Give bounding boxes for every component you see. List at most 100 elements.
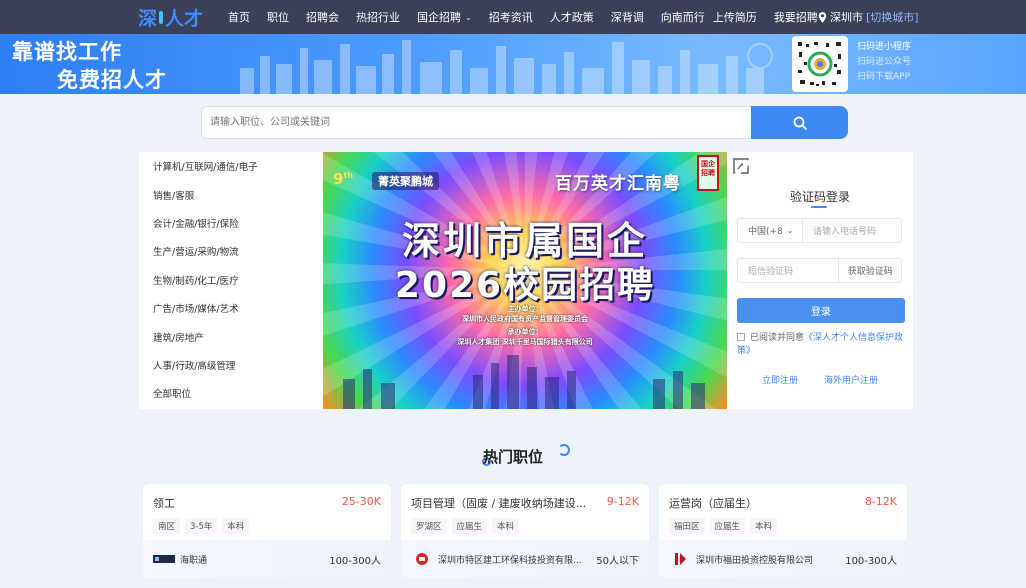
- current-city: 深圳市: [830, 11, 863, 24]
- company-logo: [416, 553, 428, 565]
- job-card[interactable]: 运营岗（应届生） 8-12K 福田区 应届生 本科 深圳市福田投资控股有限公司 …: [659, 484, 907, 578]
- company-name: 深圳市福田投资控股有限公司: [696, 555, 814, 566]
- category-item[interactable]: 人事/行政/高级管理: [139, 351, 323, 379]
- nav-background-check[interactable]: 深背调: [611, 9, 644, 25]
- category-item[interactable]: 生产/营运/采购/物流: [139, 237, 323, 265]
- promo-banner[interactable]: 9th 菁英聚鹏城 百万英才汇南粤 国企招聘 深圳市属国企 2026校园招聘 主…: [323, 152, 727, 409]
- agreement: 已阅读并同意《深人才个人信息保护政策》: [737, 332, 907, 358]
- login-button[interactable]: 登录: [737, 298, 905, 323]
- hot-jobs-header: 热门职位: [0, 446, 1026, 467]
- promo-edition: 9th: [333, 170, 353, 188]
- company-size: 100-300人: [845, 555, 897, 567]
- qr-link-app[interactable]: 扫码下载APP: [857, 70, 911, 85]
- company-name: 海职通: [180, 555, 208, 566]
- promo-organizer: 深圳人才集团 深圳千里马国际猎头有限公司: [457, 338, 593, 346]
- nav-go-south[interactable]: 向南而行: [661, 9, 705, 25]
- register-links: 立即注册 海外用户注册: [727, 373, 913, 386]
- job-title: 领工: [153, 497, 175, 510]
- nav-post-job[interactable]: 我要招聘: [774, 9, 818, 25]
- job-card[interactable]: 项目管理（固废 / 建废收纳场建设... 9-12K 罗湖区 应届生 本科 深圳…: [401, 484, 649, 578]
- phone-input[interactable]: 请输入电话号码: [803, 224, 876, 237]
- nav-hot-industry[interactable]: 热招行业: [356, 9, 400, 25]
- nav-home[interactable]: 首页: [228, 9, 250, 25]
- city-selector[interactable]: 深圳市 [切换城市]: [818, 0, 919, 34]
- promo-host: 深圳市人民政府国有资产监督管理委员会: [462, 315, 588, 323]
- phone-row: 中国(+8 ⌄ 请输入电话号码: [737, 218, 902, 243]
- job-tags: 福田区 应届生 本科: [669, 518, 778, 534]
- country-code-value: 中国(+8: [748, 227, 783, 237]
- job-tag: 南区: [153, 518, 181, 534]
- banner-slogan-2: 免费招人才: [57, 68, 167, 92]
- city-silhouette: [343, 355, 705, 409]
- category-item[interactable]: 销售/客服: [139, 180, 323, 208]
- main-nav: 首页 职位 招聘会 热招行业 国企招聘 ⌄ 招考资讯 人才政策 深背调 向南而行 …: [228, 0, 835, 34]
- agree-text: 已阅读并同意: [750, 333, 805, 343]
- country-code-select[interactable]: 中国(+8 ⌄: [738, 219, 803, 242]
- job-tag: 本科: [750, 518, 778, 534]
- job-company-row: 深圳市福田投资控股有限公司 100-300人: [659, 540, 907, 578]
- company-size: 100-300人: [329, 555, 381, 567]
- job-company-row: 海职通 100-300人: [143, 540, 391, 578]
- category-item[interactable]: 建筑/房地产: [139, 322, 323, 350]
- banner-slogan-1: 靠谱找工作: [12, 40, 122, 64]
- qr-link-official-account[interactable]: 扫码进公众号: [857, 55, 911, 70]
- nav-job-fair[interactable]: 招聘会: [306, 9, 339, 25]
- job-tag: 应届生: [709, 518, 746, 534]
- skyline-illustration: [240, 40, 773, 94]
- logo-text-right: 人才: [165, 7, 204, 30]
- location-pin-icon: [818, 11, 827, 23]
- nav-jobs[interactable]: 职位: [267, 9, 289, 25]
- sms-code-input[interactable]: 短信验证码: [738, 259, 840, 282]
- register-link[interactable]: 立即注册: [762, 373, 798, 386]
- search-input[interactable]: [201, 106, 751, 139]
- promo-title-2: 2026校园招聘: [394, 265, 656, 306]
- nav-talent-policy[interactable]: 人才政策: [550, 9, 594, 25]
- nav-soe-recruit[interactable]: 国企招聘 ⌄: [417, 9, 472, 25]
- hero-banner: 靠谱找工作 免费招人才 扫码进小程序 扫码进公众号 扫码下载APP: [0, 34, 1026, 94]
- job-tag: 罗湖区: [411, 518, 447, 534]
- qr-link-miniprogram[interactable]: 扫码进小程序: [857, 40, 911, 55]
- job-tags: 罗湖区 应届生 本科: [411, 518, 520, 534]
- code-row: 短信验证码 获取验证码: [737, 258, 902, 283]
- job-title: 运营岗（应届生）: [669, 497, 757, 510]
- nav-upload-resume[interactable]: 上传简历: [713, 9, 757, 25]
- get-code-button[interactable]: 获取验证码: [839, 264, 901, 277]
- job-salary: 8-12K: [864, 495, 897, 508]
- agree-checkbox[interactable]: [737, 333, 745, 341]
- nav-soe-recruit-label: 国企招聘: [417, 11, 461, 24]
- switch-city-link[interactable]: [切换城市]: [866, 9, 919, 25]
- job-card[interactable]: 领工 25-30K 南区 3-5年 本科 海职通 100-300人: [143, 484, 391, 578]
- chevron-down-icon: ⌄: [465, 12, 472, 22]
- hot-jobs-title: 热门职位: [482, 448, 543, 466]
- nav-exam-news[interactable]: 招考资讯: [489, 9, 533, 25]
- category-item[interactable]: 广告/市场/媒体/艺术: [139, 294, 323, 322]
- login-title: 验证码登录: [789, 190, 850, 204]
- promo-edition-suffix: th: [343, 171, 353, 180]
- promo-host-label: 主办单位：: [507, 305, 543, 313]
- qr-links: 扫码进小程序 扫码进公众号 扫码下载APP: [857, 40, 911, 85]
- login-panel: 验证码登录 中国(+8 ⌄ 请输入电话号码 短信验证码 获取验证码 登录 已阅读并…: [727, 152, 913, 409]
- qr-login-switch-icon[interactable]: [732, 157, 754, 179]
- job-tag: 应届生: [451, 518, 488, 534]
- overseas-register-link[interactable]: 海外用户注册: [824, 373, 878, 386]
- job-salary: 9-12K: [606, 495, 639, 508]
- logo-dot: [159, 10, 164, 24]
- top-nav: 深 人才 首页 职位 招聘会 热招行业 国企招聘 ⌄ 招考资讯 人才政策 深背调 …: [0, 0, 1026, 34]
- job-salary: 25-30K: [341, 495, 381, 508]
- logo-text-left: 深: [138, 7, 158, 30]
- qr-code: [792, 36, 848, 92]
- login-title-underline: [811, 206, 827, 208]
- job-tag: 本科: [222, 518, 250, 534]
- search-button[interactable]: [751, 106, 848, 139]
- promo-organizer-label: 承办单位：: [507, 328, 543, 336]
- company-logo: [675, 553, 686, 565]
- category-item[interactable]: 计算机/互联网/通信/电子: [139, 152, 323, 180]
- category-item[interactable]: 会计/金融/银行/保险: [139, 209, 323, 237]
- job-tags: 南区 3-5年 本科: [153, 518, 250, 534]
- category-all[interactable]: 全部职位: [139, 379, 323, 407]
- qr-code-image: [798, 42, 841, 86]
- job-tag: 3-5年: [185, 518, 218, 534]
- category-item[interactable]: 生物/制药/化工/医疗: [139, 266, 323, 294]
- site-logo[interactable]: 深 人才: [138, 5, 204, 30]
- job-tag: 本科: [492, 518, 520, 534]
